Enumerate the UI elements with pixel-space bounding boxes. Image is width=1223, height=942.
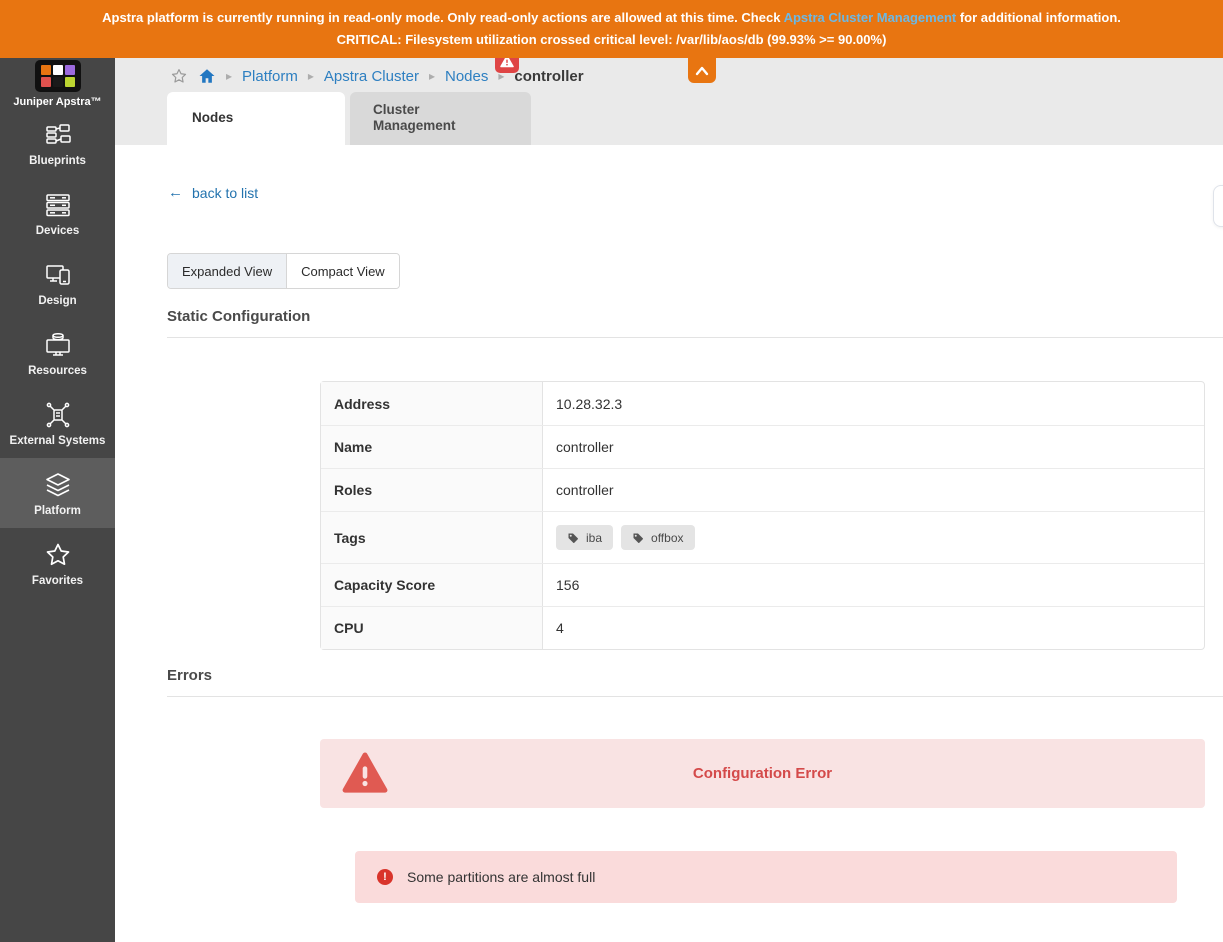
blueprints-icon <box>43 120 73 150</box>
tag-label: offbox <box>651 531 683 545</box>
partition-alert: ! Some partitions are almost full <box>355 851 1177 903</box>
table-row-capacity-score: Capacity Score 156 <box>321 563 1204 606</box>
row-label: Name <box>321 426 543 468</box>
critical-filesystem-banner-text: CRITICAL: Filesystem utilization crossed… <box>0 30 1223 50</box>
back-to-list-link[interactable]: ← back to list <box>168 185 258 201</box>
tab-nodes[interactable]: Nodes <box>167 92 345 145</box>
sidebar-item-resources[interactable]: Resources <box>0 318 115 388</box>
sidebar-item-platform[interactable]: Platform <box>0 458 115 528</box>
section-divider <box>167 337 1223 338</box>
tab-label: Nodes <box>192 110 233 125</box>
row-label: CPU <box>321 607 543 649</box>
row-value: controller <box>543 469 1204 511</box>
design-icon <box>43 260 73 290</box>
static-configuration-table: Address 10.28.32.3 Name controller Roles… <box>320 381 1205 650</box>
readonly-banner-text-suffix: for additional information. <box>956 10 1121 25</box>
juniper-apstra-logo-icon <box>35 60 81 92</box>
row-label: Tags <box>321 512 543 563</box>
external-systems-icon <box>43 400 73 430</box>
row-label: Capacity Score <box>321 564 543 606</box>
row-value: controller <box>543 426 1204 468</box>
readonly-banner-line: Apstra platform is currently running in … <box>0 8 1223 28</box>
static-configuration-title: Static Configuration <box>167 308 310 325</box>
readonly-critical-banner: Apstra platform is currently running in … <box>0 0 1223 58</box>
configuration-error-banner: Configuration Error <box>320 739 1205 808</box>
breadcrumb-link-nodes[interactable]: Nodes <box>445 68 488 85</box>
breadcrumb-separator: ▸ <box>429 69 435 83</box>
back-to-list-label: back to list <box>192 185 258 201</box>
sidebar-item-label: Devices <box>36 225 79 237</box>
sidebar-item-external-systems[interactable]: External Systems <box>0 388 115 458</box>
sidebar-item-label: Favorites <box>32 575 83 587</box>
sidebar-item-favorites[interactable]: Favorites <box>0 528 115 598</box>
sidebar-item-label: External Systems <box>10 435 106 447</box>
sidebar-item-label: Design <box>38 295 76 307</box>
brand-label: Juniper Apstra™ <box>13 96 101 108</box>
tag-icon <box>567 532 579 544</box>
back-arrow-icon: ← <box>168 186 183 200</box>
table-row-address: Address 10.28.32.3 <box>321 382 1204 425</box>
table-row-tags: Tags iba offbox <box>321 511 1204 563</box>
apstra-cluster-management-link[interactable]: Apstra Cluster Management <box>784 10 957 25</box>
sidebar-nav: Juniper Apstra™ Blueprints Devices <box>0 58 115 942</box>
apstra-app-window: Apstra platform is currently running in … <box>0 0 1223 942</box>
view-toggle-group: Expanded View Compact View <box>167 253 400 289</box>
section-divider <box>167 696 1223 697</box>
sidebar-item-label: Resources <box>28 365 87 377</box>
partition-alert-message: Some partitions are almost full <box>407 869 595 885</box>
row-value-tags: iba offbox <box>543 512 1204 563</box>
compact-view-button[interactable]: Compact View <box>286 254 399 288</box>
table-row-name: Name controller <box>321 425 1204 468</box>
table-row-roles: Roles controller <box>321 468 1204 511</box>
favorites-star-icon <box>43 540 73 570</box>
errors-section-title: Errors <box>167 667 212 684</box>
home-icon[interactable] <box>198 67 216 85</box>
breadcrumb-current: controller <box>514 68 583 85</box>
sidebar-item-blueprints[interactable]: Blueprints <box>0 108 115 178</box>
row-label: Address <box>321 382 543 425</box>
main-content: ← back to list Expanded View Compact Vie… <box>115 145 1223 942</box>
chevron-up-icon <box>694 65 710 77</box>
tag-badge-iba[interactable]: iba <box>556 525 613 550</box>
expanded-view-button[interactable]: Expanded View <box>168 254 286 288</box>
tab-cluster-management[interactable]: Cluster Management <box>350 92 531 145</box>
error-circle-icon: ! <box>377 869 393 885</box>
table-row-cpu: CPU 4 <box>321 606 1204 649</box>
tag-badge-offbox[interactable]: offbox <box>621 525 694 550</box>
configuration-error-title: Configuration Error <box>320 765 1205 782</box>
tag-label: iba <box>586 531 602 545</box>
row-value: 10.28.32.3 <box>543 382 1204 425</box>
sidebar-item-label: Blueprints <box>29 155 86 167</box>
page-header: ▸ Platform ▸ Apstra Cluster ▸ Nodes ▸ co… <box>115 58 1223 145</box>
breadcrumb-separator: ▸ <box>226 69 232 83</box>
platform-icon <box>43 470 73 500</box>
side-panel-handle[interactable] <box>1213 185 1223 227</box>
row-value: 4 <box>543 607 1204 649</box>
tab-label: Cluster Management <box>373 102 493 134</box>
row-value: 156 <box>543 564 1204 606</box>
tag-icon <box>632 532 644 544</box>
breadcrumb-link-apstra-cluster[interactable]: Apstra Cluster <box>324 68 419 85</box>
favorite-star-icon[interactable] <box>170 67 188 85</box>
row-label: Roles <box>321 469 543 511</box>
breadcrumb-separator: ▸ <box>308 69 314 83</box>
banner-collapse-button[interactable] <box>688 58 716 83</box>
sidebar-item-label: Platform <box>34 505 81 517</box>
sidebar-brand[interactable]: Juniper Apstra™ <box>0 58 115 108</box>
resources-icon <box>43 330 73 360</box>
breadcrumb: ▸ Platform ▸ Apstra Cluster ▸ Nodes ▸ co… <box>170 63 584 89</box>
sidebar-item-devices[interactable]: Devices <box>0 178 115 248</box>
breadcrumb-link-platform[interactable]: Platform <box>242 68 298 85</box>
sidebar-item-design[interactable]: Design <box>0 248 115 318</box>
devices-icon <box>43 190 73 220</box>
readonly-banner-text-prefix: Apstra platform is currently running in … <box>102 10 783 25</box>
